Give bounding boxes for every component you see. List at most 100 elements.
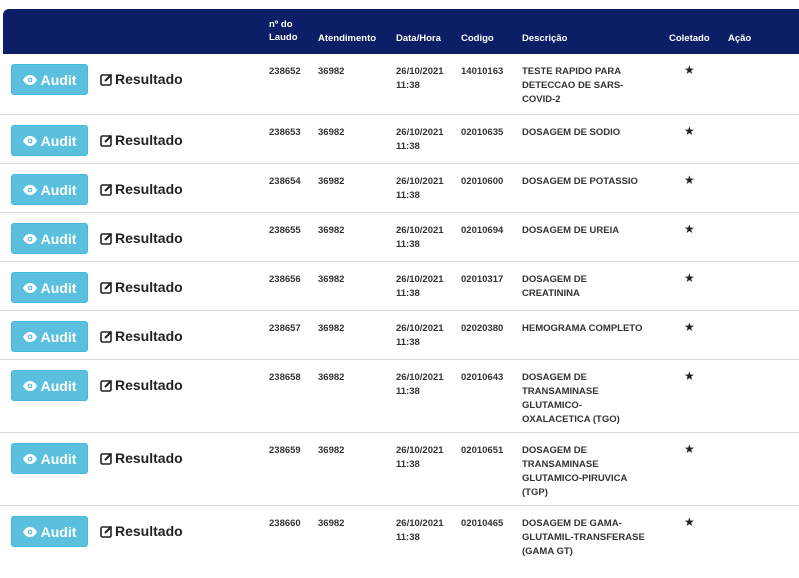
audit-label: Audit xyxy=(40,71,77,88)
eye-icon xyxy=(22,453,37,464)
audit-label: Audit xyxy=(40,181,77,198)
table-row: Audit Resultado 238652 36982 26/10/2021 1… xyxy=(0,54,799,115)
cell-datahora: 26/10/2021 11:38 xyxy=(396,224,444,252)
cell-laudo: 238658 xyxy=(269,372,301,383)
cell-descricao: DOSAGEM DE UREIA xyxy=(522,225,620,236)
table-row: Audit Resultado 238660 36982 26/10/2021 1… xyxy=(0,506,799,578)
cell-datahora: 26/10/2021 11:38 xyxy=(396,322,444,350)
cell-datahora: 26/10/2021 11:38 xyxy=(396,126,444,154)
cell-data: 26/10/2021 xyxy=(396,323,444,334)
resultado-button[interactable]: Resultado xyxy=(100,377,183,393)
cell-atendimento: 36982 xyxy=(318,274,345,285)
audit-button[interactable]: Audit xyxy=(11,443,88,474)
edit-square-icon xyxy=(100,73,113,86)
edit-square-icon xyxy=(100,134,113,147)
cell-laudo: 238659 xyxy=(269,445,301,456)
star-icon: ★ xyxy=(684,63,695,77)
eye-icon xyxy=(22,135,37,146)
cell-laudo: 238656 xyxy=(269,274,301,285)
cell-hora: 11:38 xyxy=(396,239,420,250)
cell-hora: 11:38 xyxy=(396,141,420,152)
audit-label: Audit xyxy=(40,523,77,540)
cell-atendimento: 36982 xyxy=(318,127,345,138)
edit-square-icon xyxy=(100,281,113,294)
cell-hora: 11:38 xyxy=(396,190,420,201)
cell-data: 26/10/2021 xyxy=(396,274,444,285)
audit-button[interactable]: Audit xyxy=(11,125,88,156)
resultado-button[interactable]: Resultado xyxy=(100,230,183,246)
cell-atendimento: 36982 xyxy=(318,372,345,383)
cell-codigo: 02010643 xyxy=(461,372,504,383)
table-row: Audit Resultado 238658 36982 26/10/2021 1… xyxy=(0,360,799,433)
cell-descricao: DOSAGEM DE SODIO xyxy=(522,127,621,138)
cell-codigo: 02010465 xyxy=(461,518,504,529)
cell-hora: 11:38 xyxy=(396,337,420,348)
resultado-button[interactable]: Resultado xyxy=(100,71,183,87)
cell-data: 26/10/2021 xyxy=(396,225,444,236)
audit-button[interactable]: Audit xyxy=(11,321,88,352)
resultado-label: Resultado xyxy=(115,523,183,539)
cell-codigo: 02010694 xyxy=(461,225,504,236)
cell-atendimento: 36982 xyxy=(318,225,345,236)
cell-hora: 11:38 xyxy=(396,532,420,543)
audit-button[interactable]: Audit xyxy=(11,64,88,95)
cell-data: 26/10/2021 xyxy=(396,372,444,383)
resultado-button[interactable]: Resultado xyxy=(100,328,183,344)
resultado-button[interactable]: Resultado xyxy=(100,181,183,197)
cell-datahora: 26/10/2021 11:38 xyxy=(396,371,444,399)
audit-button[interactable]: Audit xyxy=(11,272,88,303)
cell-descricao: DOSAGEM DE CREATININA xyxy=(522,274,587,299)
cell-laudo: 238653 xyxy=(269,127,301,138)
eye-icon xyxy=(22,184,37,195)
cell-descricao: TESTE RAPIDO PARA DETECCAO DE SARS-COVID… xyxy=(522,66,624,105)
cell-descricao: DOSAGEM DE POTASSIO xyxy=(522,176,638,187)
cell-atendimento: 36982 xyxy=(318,445,345,456)
cell-data: 26/10/2021 xyxy=(396,445,444,456)
edit-square-icon xyxy=(100,330,113,343)
resultado-label: Resultado xyxy=(115,230,183,246)
cell-descricao: HEMOGRAMA COMPLETO xyxy=(522,323,643,334)
cell-laudo: 238660 xyxy=(269,518,301,529)
resultado-button[interactable]: Resultado xyxy=(100,279,183,295)
cell-laudo: 238657 xyxy=(269,323,301,334)
resultado-button[interactable]: Resultado xyxy=(100,132,183,148)
cell-datahora: 26/10/2021 11:38 xyxy=(396,444,444,472)
audit-button[interactable]: Audit xyxy=(11,370,88,401)
table-row: Audit Resultado 238656 36982 26/10/2021 1… xyxy=(0,262,799,311)
audit-button[interactable]: Audit xyxy=(11,174,88,205)
table-row: Audit Resultado 238657 36982 26/10/2021 1… xyxy=(0,311,799,360)
edit-square-icon xyxy=(100,232,113,245)
table-row: Audit Resultado 238655 36982 26/10/2021 1… xyxy=(0,213,799,262)
cell-data: 26/10/2021 xyxy=(396,176,444,187)
cell-hora: 11:38 xyxy=(396,459,420,470)
resultado-label: Resultado xyxy=(115,450,183,466)
header-laudo: nº do Laudo xyxy=(269,19,298,43)
audit-button[interactable]: Audit xyxy=(11,516,88,547)
eye-icon xyxy=(22,380,37,391)
cell-datahora: 26/10/2021 11:38 xyxy=(396,65,444,93)
edit-square-icon xyxy=(100,183,113,196)
audit-label: Audit xyxy=(40,377,77,394)
cell-descricao: DOSAGEM DE TRANSAMINASE GLUTAMICO-PIRUVI… xyxy=(522,445,628,498)
star-icon: ★ xyxy=(684,124,695,138)
header-datahora: Data/Hora xyxy=(396,33,441,44)
cell-hora: 11:38 xyxy=(396,80,420,91)
resultado-label: Resultado xyxy=(115,377,183,393)
table-row: Audit Resultado 238653 36982 26/10/2021 1… xyxy=(0,115,799,164)
audit-button[interactable]: Audit xyxy=(11,223,88,254)
resultado-button[interactable]: Resultado xyxy=(100,450,183,466)
cell-codigo: 14010163 xyxy=(461,66,504,77)
cell-laudo: 238652 xyxy=(269,66,301,77)
resultado-button[interactable]: Resultado xyxy=(100,523,183,539)
audit-label: Audit xyxy=(40,132,77,149)
table-row: Audit Resultado 238659 36982 26/10/2021 1… xyxy=(0,433,799,506)
cell-hora: 11:38 xyxy=(396,386,420,397)
edit-square-icon xyxy=(100,379,113,392)
cell-datahora: 26/10/2021 11:38 xyxy=(396,175,444,203)
audit-label: Audit xyxy=(40,230,77,247)
resultado-label: Resultado xyxy=(115,279,183,295)
cell-atendimento: 36982 xyxy=(318,323,345,334)
resultado-label: Resultado xyxy=(115,71,183,87)
audit-label: Audit xyxy=(40,328,77,345)
cell-atendimento: 36982 xyxy=(318,176,345,187)
